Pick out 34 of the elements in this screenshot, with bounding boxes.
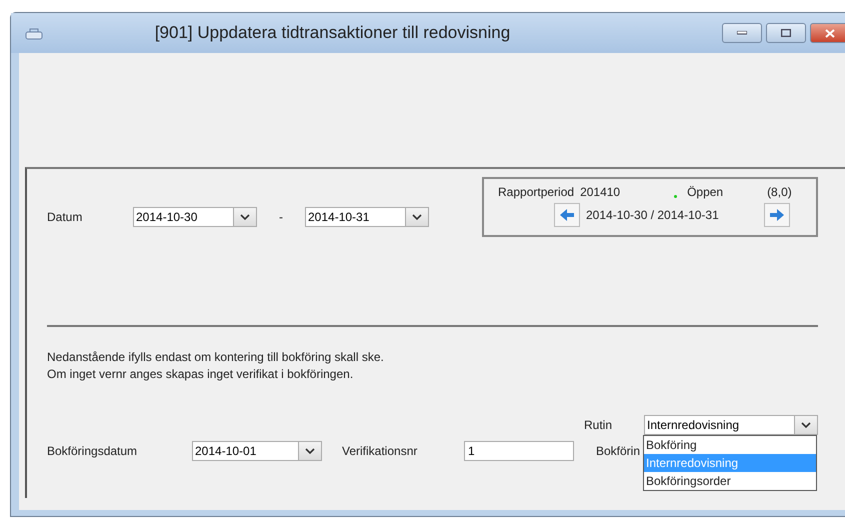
chevron-down-icon	[305, 447, 315, 455]
date-to-dropdown[interactable]: 2014-10-31	[305, 207, 429, 227]
next-period-button[interactable]	[764, 203, 790, 227]
chevron-down-icon	[801, 421, 811, 429]
column-3-label: Bokförin	[596, 444, 640, 458]
bokforingsdatum-dropdown[interactable]: 2014-10-01	[192, 441, 322, 461]
chevron-down-icon	[412, 213, 422, 221]
status-dot-icon	[674, 194, 678, 198]
datum-label: Datum	[47, 210, 84, 224]
bokforingsdatum-label: Bokföringsdatum	[47, 444, 138, 458]
minimize-icon	[737, 31, 747, 35]
date-from-dropdown[interactable]: 2014-10-30	[133, 207, 257, 227]
close-icon	[825, 28, 835, 38]
window-title: [901] Uppdatera tidtransaktioner till redovisning	[154, 23, 512, 43]
report-period-label: Rapportperiod	[498, 185, 574, 199]
verifikationsnr-field[interactable]: 1	[464, 441, 574, 461]
chevron-down-icon	[240, 213, 250, 221]
period-count: (8,0)	[767, 185, 792, 199]
right-arrow-icon	[769, 208, 785, 222]
date-separator: -	[279, 210, 283, 224]
report-period-value: 201410	[580, 185, 622, 199]
app-icon	[25, 26, 43, 40]
info-text: Nedanstående ifylls endast om kontering till bokföring skall ske.	[47, 349, 385, 366]
status-text: Öppen	[687, 185, 724, 199]
verifikationsnr-label: Verifikationsnr	[342, 444, 418, 458]
rutin-label: Rutin	[584, 418, 614, 432]
maximize-icon	[781, 29, 791, 37]
previous-period-button[interactable]	[554, 203, 580, 227]
left-arrow-icon	[559, 208, 575, 222]
period-range: 2014-10-30 / 2014-10-31	[586, 208, 720, 222]
maximize-button[interactable]	[766, 23, 806, 43]
minimize-button[interactable]	[722, 23, 762, 43]
info-text: Om inget vernr anges skapas inget verifikat i bokföringen.	[47, 366, 354, 383]
close-button[interactable]	[810, 23, 845, 43]
